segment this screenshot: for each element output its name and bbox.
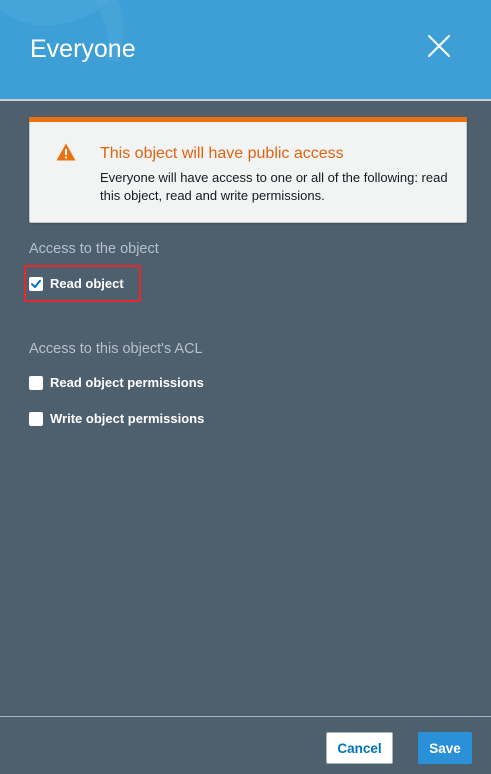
dialog-title: Everyone	[30, 35, 136, 63]
read-permissions-option[interactable]: Read object permissions	[29, 374, 204, 392]
checkmark-icon	[31, 279, 41, 288]
read-object-option[interactable]: Read object	[29, 275, 124, 293]
warning-accent-bar	[29, 117, 467, 122]
public-access-warning: This object will have public access Ever…	[29, 117, 467, 223]
write-permissions-checkbox[interactable]	[29, 412, 43, 426]
close-icon	[428, 35, 450, 57]
read-permissions-label: Read object permissions	[50, 375, 204, 390]
warning-icon	[56, 143, 76, 161]
warning-title: This object will have public access	[100, 145, 344, 162]
read-object-label: Read object	[50, 276, 124, 291]
header-divider	[0, 99, 491, 101]
write-permissions-option[interactable]: Write object permissions	[29, 410, 204, 428]
read-object-checkbox[interactable]	[29, 277, 43, 291]
dialog-header: Everyone	[0, 0, 491, 99]
write-permissions-label: Write object permissions	[50, 411, 205, 426]
acl-access-heading: Access to this object's ACL	[29, 341, 203, 357]
cancel-button[interactable]: Cancel	[326, 732, 393, 764]
read-permissions-checkbox[interactable]	[29, 376, 43, 390]
footer-divider	[0, 716, 491, 717]
close-button[interactable]	[426, 33, 452, 59]
save-button[interactable]: Save	[418, 732, 472, 764]
object-access-heading: Access to the object	[29, 241, 159, 257]
warning-message: Everyone will have access to one or all …	[100, 170, 448, 203]
